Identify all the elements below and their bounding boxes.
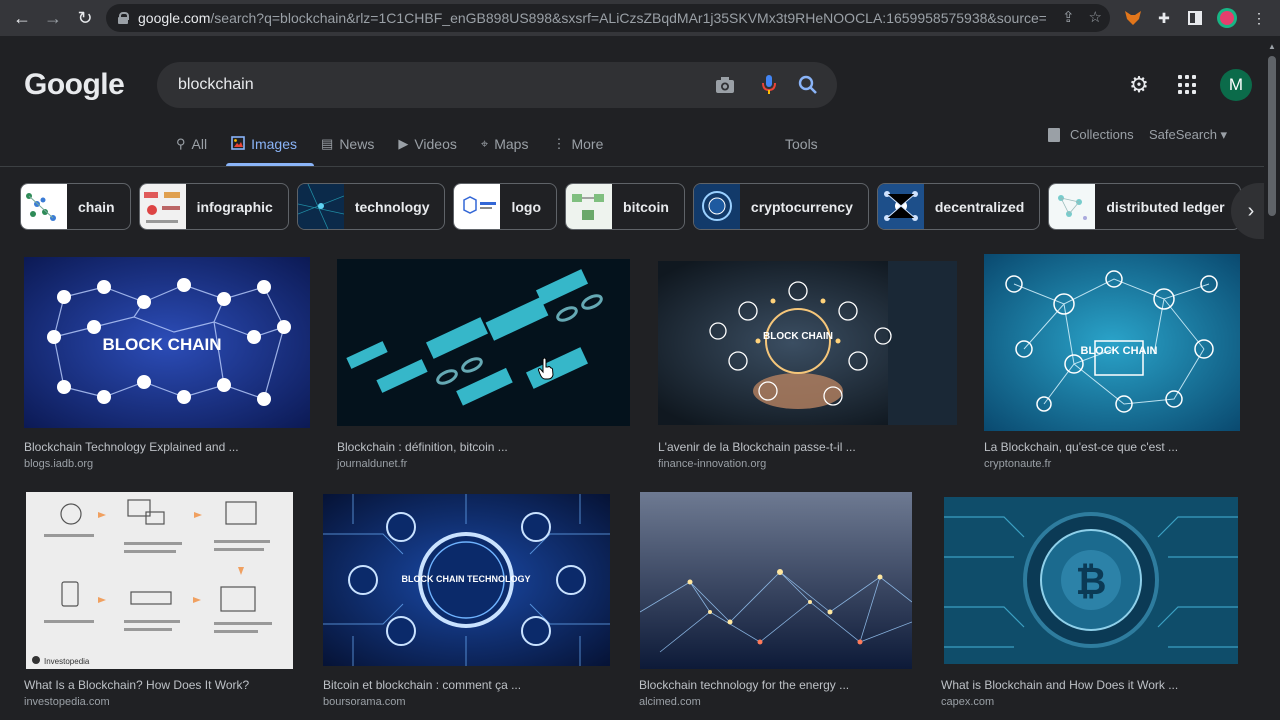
image-caption: BLOCK CHAIN xyxy=(1081,345,1158,357)
address-bar[interactable]: google.com/search?q=blockchain&rlz=1C1CH… xyxy=(106,4,1110,32)
tools-button[interactable]: Tools xyxy=(785,136,818,152)
chip-thumbnail xyxy=(297,184,344,229)
related-chips: chain infographic technology logo bitcoi… xyxy=(20,183,1249,230)
result-title[interactable]: What is Blockchain and How Does it Work … xyxy=(941,678,1178,692)
profile-icon[interactable] xyxy=(1216,7,1238,29)
google-logo[interactable]: Google xyxy=(24,68,125,102)
result-title[interactable]: Bitcoin et blockchain : comment ça ... xyxy=(323,678,521,692)
result-site[interactable]: investopedia.com xyxy=(24,696,110,708)
result-site[interactable]: finance-innovation.org xyxy=(658,458,766,470)
result-site[interactable]: cryptonaute.fr xyxy=(984,458,1051,470)
search-icon[interactable] xyxy=(797,74,819,96)
result-site[interactable]: blogs.iadb.org xyxy=(24,458,93,470)
fox-extension-icon[interactable] xyxy=(1122,7,1144,29)
result-thumbnail[interactable]: BLOCK CHAIN xyxy=(24,257,310,428)
image-caption: BLOCK CHAIN xyxy=(763,331,833,342)
safesearch-button[interactable]: SafeSearch ▾ xyxy=(1149,127,1227,143)
result-site[interactable]: journaldunet.fr xyxy=(337,458,407,470)
chip-logo[interactable]: logo xyxy=(453,183,558,230)
collections-icon xyxy=(1048,127,1060,142)
result-title[interactable]: La Blockchain, qu'est-ce que c'est ... xyxy=(984,440,1178,454)
forward-arrow-icon[interactable]: → xyxy=(39,4,67,32)
chip-thumbnail xyxy=(1049,184,1096,229)
result-thumbnail[interactable]: ₿ xyxy=(944,497,1238,664)
result-thumbnail[interactable] xyxy=(640,492,912,669)
video-icon: ▶ xyxy=(398,136,409,151)
hand-cursor-icon xyxy=(538,358,554,380)
chip-thumbnail xyxy=(454,184,501,229)
image-caption: Investopedia xyxy=(44,657,90,666)
chip-distributed-ledger[interactable]: distributed ledger xyxy=(1048,183,1241,230)
puzzle-extensions-icon[interactable]: ✚ xyxy=(1153,7,1175,29)
chip-thumbnail xyxy=(566,184,613,229)
search-tabs: ⚲ All Images ▤ News ▶ Videos ⌖ Maps ⋮ More xyxy=(176,132,627,156)
chip-thumbnail xyxy=(693,184,740,229)
collections-button[interactable]: Collections xyxy=(1048,127,1134,142)
chip-chain[interactable]: chain xyxy=(20,183,131,230)
chrome-menu-icon[interactable]: ⋮ xyxy=(1248,7,1270,29)
map-pin-icon: ⌖ xyxy=(480,136,489,151)
result-thumbnail[interactable]: BLOCK CHAIN xyxy=(984,254,1240,431)
active-tab-indicator xyxy=(226,163,314,166)
tab-more[interactable]: ⋮ More xyxy=(552,132,603,156)
google-header: Google blockchain ⚙ M ⚲ All Images ▤ News … xyxy=(0,36,1264,167)
more-vert-icon: ⋮ xyxy=(552,136,566,151)
chip-infographic[interactable]: infographic xyxy=(138,183,289,230)
microphone-icon[interactable] xyxy=(758,74,780,96)
settings-gear-icon[interactable]: ⚙ xyxy=(1128,74,1150,96)
bookmark-star-icon[interactable]: ☆ xyxy=(1089,8,1102,26)
lock-icon[interactable] xyxy=(118,12,129,24)
scrollbar-thumb[interactable] xyxy=(1268,56,1276,216)
result-site[interactable]: boursorama.com xyxy=(323,696,406,708)
result-title[interactable]: What Is a Blockchain? How Does It Work? xyxy=(24,678,249,692)
apps-grid-icon[interactable] xyxy=(1178,75,1198,95)
back-arrow-icon[interactable]: ← xyxy=(8,4,36,32)
reload-icon[interactable]: ↻ xyxy=(71,4,99,32)
result-thumbnail[interactable]: BLOCK CHAIN TECHNOLOGY xyxy=(323,494,610,666)
browser-toolbar: ← → ↻ google.com/search?q=blockchain&rlz… xyxy=(0,0,1280,36)
camera-icon[interactable] xyxy=(714,74,736,96)
result-thumbnail[interactable]: Investopedia xyxy=(26,492,293,669)
scrollbar[interactable]: ▲ xyxy=(1264,36,1280,720)
scroll-up-arrow-icon[interactable]: ▲ xyxy=(1268,42,1276,51)
result-title[interactable]: Blockchain technology for the energy ... xyxy=(639,678,849,692)
chip-technology[interactable]: technology xyxy=(296,183,446,230)
search-input[interactable]: blockchain xyxy=(157,62,837,108)
result-site[interactable]: capex.com xyxy=(941,696,994,708)
url-text[interactable]: google.com/search?q=blockchain&rlz=1C1CH… xyxy=(138,10,1046,26)
result-thumbnail[interactable]: BLOCK CHAIN xyxy=(658,261,957,425)
avatar[interactable]: M xyxy=(1220,69,1252,101)
result-title[interactable]: L'avenir de la Blockchain passe-t-il ... xyxy=(658,440,856,454)
chip-bitcoin[interactable]: bitcoin xyxy=(565,183,685,230)
image-caption: BLOCK CHAIN xyxy=(103,335,222,354)
result-thumbnail[interactable] xyxy=(337,259,630,426)
result-title[interactable]: Blockchain Technology Explained and ... xyxy=(24,440,239,454)
bitcoin-symbol-icon: ₿ xyxy=(1076,561,1107,603)
result-title[interactable]: Blockchain : définition, bitcoin ... xyxy=(337,440,508,454)
tab-all[interactable]: ⚲ All xyxy=(176,132,207,156)
result-site[interactable]: alcimed.com xyxy=(639,696,701,708)
side-panel-icon[interactable] xyxy=(1184,7,1206,29)
image-caption: BLOCK CHAIN TECHNOLOGY xyxy=(402,574,531,584)
tab-images[interactable]: Images xyxy=(231,132,297,156)
chip-cryptocurrency[interactable]: cryptocurrency xyxy=(692,183,869,230)
news-icon: ▤ xyxy=(321,136,334,151)
search-query[interactable]: blockchain xyxy=(178,76,254,94)
share-icon[interactable]: ⇪ xyxy=(1062,8,1075,26)
chip-decentralized[interactable]: decentralized xyxy=(876,183,1041,230)
image-icon xyxy=(231,135,245,153)
tab-news[interactable]: ▤ News xyxy=(321,132,374,156)
chip-thumbnail xyxy=(21,184,67,229)
tab-maps[interactable]: ⌖ Maps xyxy=(481,132,529,156)
chip-thumbnail xyxy=(139,184,186,229)
search-icon: ⚲ xyxy=(176,136,186,151)
tab-videos[interactable]: ▶ Videos xyxy=(398,132,457,156)
chip-thumbnail xyxy=(877,184,924,229)
